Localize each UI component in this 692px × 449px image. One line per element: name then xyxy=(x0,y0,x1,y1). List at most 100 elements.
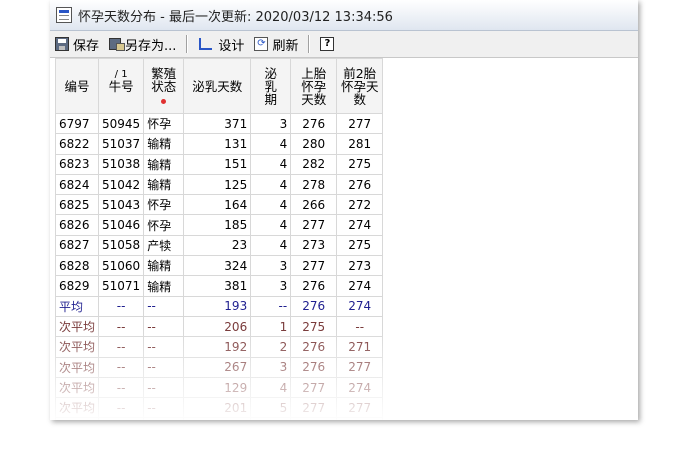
marker-dot-icon xyxy=(161,98,167,104)
table-cell: 371 xyxy=(183,112,252,135)
design-button[interactable]: 设计 xyxy=(193,33,249,55)
table-cell: 输精 xyxy=(143,275,185,297)
table-cell: 278 xyxy=(290,173,338,196)
table-cell: 278 xyxy=(290,417,338,420)
header-prev-pregnancy-days[interactable]: 上胎 怀孕 天数 xyxy=(290,58,338,114)
average-row[interactable]: 平均 -- -- 193 -- 276 274 xyxy=(54,295,384,317)
table-cell: -- xyxy=(143,356,185,378)
table-cell: 51042 xyxy=(98,173,145,196)
table-cell: 381 xyxy=(183,275,252,297)
table-cell: -- xyxy=(143,295,185,317)
table-cell: 怀孕 xyxy=(143,112,185,135)
table-cell: 185 xyxy=(183,214,252,236)
table-cell: -- xyxy=(143,336,185,358)
table-cell: 3 xyxy=(250,255,292,277)
table-row[interactable]: 6829 51071 输精 381 3 276 274 xyxy=(54,275,384,297)
header-cow-label: 牛号 xyxy=(108,79,134,94)
table-cell: 产犊 xyxy=(143,234,185,257)
save-as-button[interactable]: 另存为... xyxy=(104,33,181,55)
toolbar-separator xyxy=(308,35,311,53)
table-cell: -- xyxy=(143,376,185,399)
table-cell: 50945 xyxy=(98,112,145,135)
table-cell: 23 xyxy=(183,234,252,257)
table-cell: 6824 xyxy=(54,173,100,196)
table-row[interactable]: 6826 51046 怀孕 185 4 277 274 xyxy=(54,214,384,236)
table-cell: 次平均 xyxy=(54,376,100,399)
subtotal-row[interactable]: 次平均 -- -- 201 5 277 277 xyxy=(54,397,384,419)
save-as-label: 另存为... xyxy=(125,38,177,54)
subtotal-row[interactable]: 次平均 -- -- 206 1 275 -- xyxy=(54,315,384,338)
table-cell: 275 xyxy=(290,315,338,338)
subtotal-row[interactable]: 次平均----946278273 xyxy=(54,417,384,420)
table-cell: 输精 xyxy=(143,133,185,155)
table-cell: -- xyxy=(98,417,145,420)
table-cell: 277 xyxy=(290,255,338,277)
app-window: 怀孕天数分布 - 最后一次更新: 2020/03/12 13:34:56 保存 … xyxy=(50,0,638,420)
table-body: 6797 50945 怀孕 371 3 276 277 6822 51037 输精 131 4 280 2… xyxy=(54,112,384,420)
table-cell: -- xyxy=(98,356,145,378)
table-cell: -- xyxy=(98,315,145,338)
subtotal-row[interactable]: 次平均 -- -- 192 2 276 271 xyxy=(54,336,384,358)
table-cell: -- xyxy=(336,315,384,338)
table-cell: 5 xyxy=(250,397,292,419)
header-id[interactable]: 编号 xyxy=(54,58,100,114)
header-lactation-days[interactable]: 泌乳天数 xyxy=(183,58,252,114)
table-cell: 277 xyxy=(336,397,384,419)
table-cell: 4 xyxy=(250,214,292,236)
table-cell: 277 xyxy=(336,356,384,378)
header-row: 编号 / 1 牛号 繁殖 状态 泌乳天数 泌乳期 上胎 怀孕 天数 前2胎 怀孕天数 xyxy=(54,58,384,114)
table-cell: 次平均 xyxy=(54,397,100,419)
table-row[interactable]: 6825 51043 怀孕 164 4 266 272 xyxy=(54,194,384,216)
table-cell: 280 xyxy=(290,133,338,155)
table-cell: 192 xyxy=(183,336,252,358)
table-cell: 4 xyxy=(250,173,292,196)
chart-axis-icon xyxy=(198,37,214,51)
subtotal-row[interactable]: 次平均 -- -- 129 4 277 274 xyxy=(54,376,384,399)
table-cell: 193 xyxy=(183,295,252,317)
table-cell: 2 xyxy=(250,336,292,358)
table-cell: 266 xyxy=(290,194,338,216)
subtotal-row[interactable]: 次平均 -- -- 267 3 276 277 xyxy=(54,356,384,378)
table-cell: 273 xyxy=(336,417,384,420)
refresh-label: 刷新 xyxy=(272,38,299,54)
table-cell: 282 xyxy=(290,153,338,175)
table-row[interactable]: 6822 51037 输精 131 4 280 281 xyxy=(54,133,384,155)
header-prev2-pregnancy-days[interactable]: 前2胎 怀孕天数 xyxy=(336,58,384,114)
save-button[interactable]: 保存 xyxy=(50,33,104,55)
table-cell: 3 xyxy=(250,112,292,135)
table-cell: 94 xyxy=(183,417,252,420)
table-cell: 164 xyxy=(183,194,252,216)
data-grid[interactable]: 编号 / 1 牛号 繁殖 状态 泌乳天数 泌乳期 上胎 怀孕 天数 前2胎 怀孕天数 6… xyxy=(54,58,384,420)
table-cell: -- xyxy=(143,397,185,419)
table-cell: 273 xyxy=(336,255,384,277)
header-breeding-state[interactable]: 繁殖 状态 xyxy=(143,58,185,114)
table-row[interactable]: 6828 51060 输精 324 3 277 273 xyxy=(54,255,384,277)
table-cell: -- xyxy=(98,397,145,419)
design-label: 设计 xyxy=(218,38,245,54)
table-row[interactable]: 6827 51058 产犊 23 4 273 275 xyxy=(54,234,384,257)
header-cow-number[interactable]: / 1 牛号 xyxy=(98,58,145,114)
table-cell: 6827 xyxy=(54,234,100,257)
toolbar: 保存 另存为... 设计 ⟳ 刷新 ? xyxy=(50,31,638,58)
table-cell: 206 xyxy=(183,315,252,338)
table-cell: 4 xyxy=(250,376,292,399)
table-cell: 51071 xyxy=(98,275,145,297)
table-row[interactable]: 6797 50945 怀孕 371 3 276 277 xyxy=(54,112,384,135)
table-cell: 131 xyxy=(183,133,252,155)
table-cell: 平均 xyxy=(54,295,100,317)
table-cell: 324 xyxy=(183,255,252,277)
save-label: 保存 xyxy=(73,38,100,54)
table-cell: 4 xyxy=(250,133,292,155)
help-icon: ? xyxy=(320,37,335,51)
table-cell: 267 xyxy=(183,356,252,378)
table-cell: -- xyxy=(98,295,145,317)
table-cell: 51060 xyxy=(98,255,145,277)
app-icon xyxy=(56,7,72,23)
table-row[interactable]: 6824 51042 输精 125 4 278 276 xyxy=(54,173,384,196)
table-cell: 输精 xyxy=(143,255,185,277)
table-row[interactable]: 6823 51038 输精 151 4 282 275 xyxy=(54,153,384,175)
table-cell: 1 xyxy=(250,315,292,338)
header-lactation-period[interactable]: 泌乳期 xyxy=(250,58,292,114)
help-button[interactable]: ? xyxy=(315,33,343,55)
refresh-button[interactable]: ⟳ 刷新 xyxy=(249,33,303,55)
